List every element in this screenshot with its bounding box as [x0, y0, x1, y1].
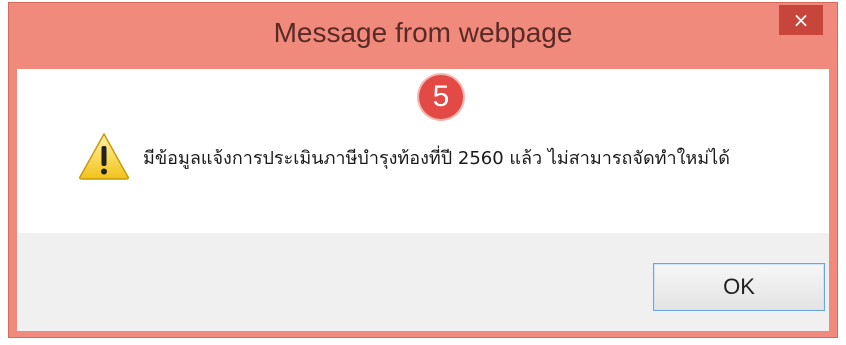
title-bar[interactable]: Message from webpage × [9, 3, 837, 69]
step-number-badge: 5 [419, 75, 463, 119]
message-dialog: Message from webpage × 5 มีข้อมูลแจ้งการ… [8, 2, 838, 338]
dialog-title: Message from webpage [273, 17, 573, 48]
dialog-footer: OK [17, 233, 829, 331]
message-text: มีข้อมูลแจ้งการประเมินภาษีบำรุงท้องที่ปี… [143, 148, 730, 169]
dialog-body: 5 มีข้อมูลแจ้งการประเมินภาษีบำรุงท้องที่… [17, 69, 829, 233]
close-button[interactable]: × [779, 5, 823, 35]
warning-icon [79, 132, 129, 180]
close-icon: × [792, 8, 810, 32]
ok-button[interactable]: OK [653, 263, 825, 311]
